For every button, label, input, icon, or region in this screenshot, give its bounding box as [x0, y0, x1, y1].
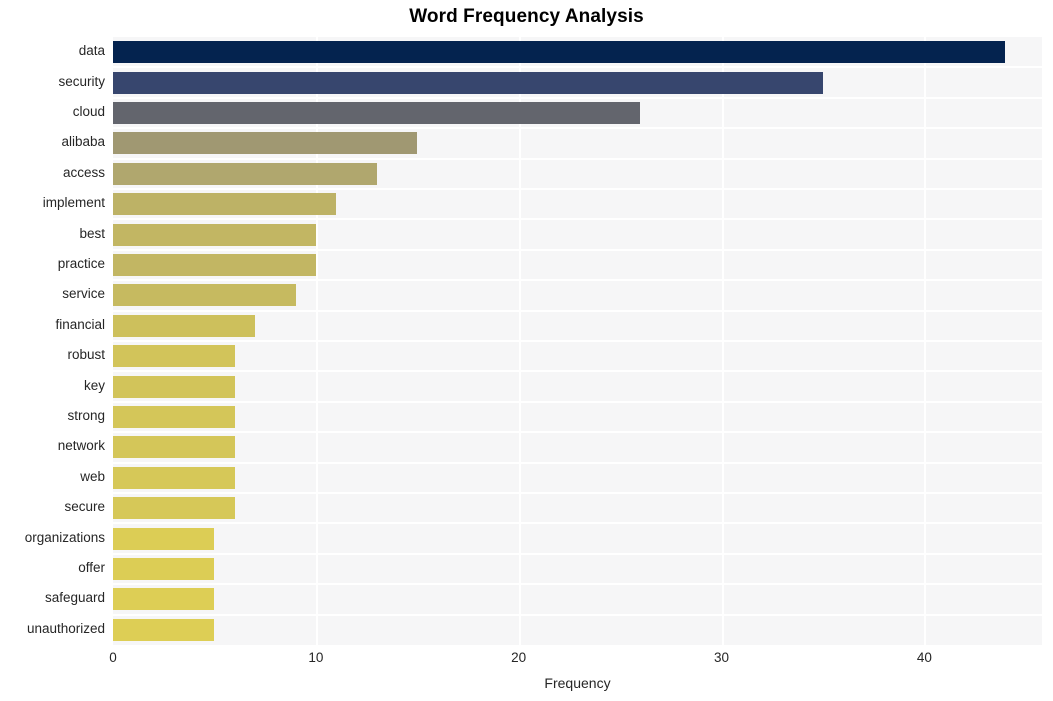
gridline-horizontal [113, 66, 1042, 69]
y-tick-label-data: data [78, 43, 105, 59]
x-tick-label-30: 30 [713, 650, 730, 665]
bar-web [113, 466, 235, 489]
chart-title: Word Frequency Analysis [409, 6, 644, 27]
y-tick-label-implement: implement [42, 195, 105, 211]
bar-unauthorized [113, 618, 215, 641]
y-tick-label-safeguard: safeguard [44, 590, 105, 606]
bar-service [113, 284, 296, 307]
y-tick-label-practice: practice [57, 256, 105, 271]
gridline-horizontal [113, 431, 1042, 434]
bar-organizations [113, 527, 215, 550]
word-frequency-bar-chart: Word Frequency Analysis data security clou… [0, 0, 1053, 701]
y-tick-label-best: best [79, 225, 105, 241]
y-tick-label-cloud: cloud [72, 104, 105, 119]
gridline-horizontal [113, 492, 1042, 494]
y-tick-label-service: service [62, 286, 105, 302]
x-tick-label-20: 20 [511, 650, 527, 665]
bar-key [113, 375, 235, 398]
y-tick-label-web: web [80, 468, 105, 484]
gridline-horizontal [113, 461, 1042, 464]
gridline-horizontal [113, 400, 1042, 403]
gridline-horizontal [113, 96, 1042, 99]
gridline-horizontal [113, 583, 1042, 586]
gridline-horizontal [113, 279, 1042, 282]
bar-security [113, 71, 823, 94]
bar-best [113, 223, 316, 246]
x-tick-label-40: 40 [916, 650, 932, 665]
y-tick-label-offer: offer [78, 560, 105, 575]
gridline-horizontal [113, 248, 1042, 251]
x-axis-tick-labels: 0 10 20 30 40 [109, 650, 1042, 672]
gridline-horizontal [113, 552, 1042, 555]
y-tick-label-access: access [62, 164, 105, 180]
gridline-horizontal [113, 218, 1042, 221]
y-tick-label-network: network [57, 438, 105, 454]
bar-financial [113, 314, 255, 337]
bar-data [113, 41, 1006, 64]
x-axis-title: Frequency [544, 675, 611, 691]
gridline-horizontal [113, 370, 1042, 373]
bar-practice [113, 254, 316, 276]
gridline-horizontal [113, 188, 1042, 190]
bar-cloud [113, 102, 641, 124]
y-tick-label-alibaba: alibaba [61, 134, 105, 150]
y-tick-label-financial: financial [55, 316, 105, 332]
y-axis-tick-labels: data security cloud alibaba access implement b… [0, 37, 105, 645]
y-tick-label-secure: secure [64, 499, 105, 515]
bar-access [113, 162, 377, 185]
gridline-horizontal [113, 613, 1042, 616]
bar-robust [113, 345, 235, 368]
bar-alibaba [113, 132, 418, 155]
x-tick-label-0: 0 [109, 650, 117, 665]
bar-implement [113, 193, 337, 216]
plot-area [113, 37, 1042, 645]
gridline-horizontal [113, 309, 1042, 312]
bar-strong [113, 406, 235, 428]
gridline-horizontal [113, 127, 1042, 130]
y-tick-label-key: key [83, 377, 105, 393]
gridline-horizontal [113, 522, 1042, 525]
bar-offer [113, 558, 215, 580]
y-tick-label-robust: robust [67, 347, 105, 363]
gridline-horizontal [113, 340, 1042, 342]
y-tick-label-strong: strong [67, 408, 105, 423]
y-tick-label-security: security [58, 73, 105, 89]
x-tick-label-10: 10 [308, 650, 324, 665]
bar-safeguard [113, 588, 215, 611]
gridline-horizontal [113, 157, 1042, 160]
bar-network [113, 436, 235, 459]
y-tick-label-unauthorized: unauthorized [26, 620, 105, 636]
y-tick-label-organizations: organizations [24, 529, 105, 545]
bar-secure [113, 497, 235, 520]
